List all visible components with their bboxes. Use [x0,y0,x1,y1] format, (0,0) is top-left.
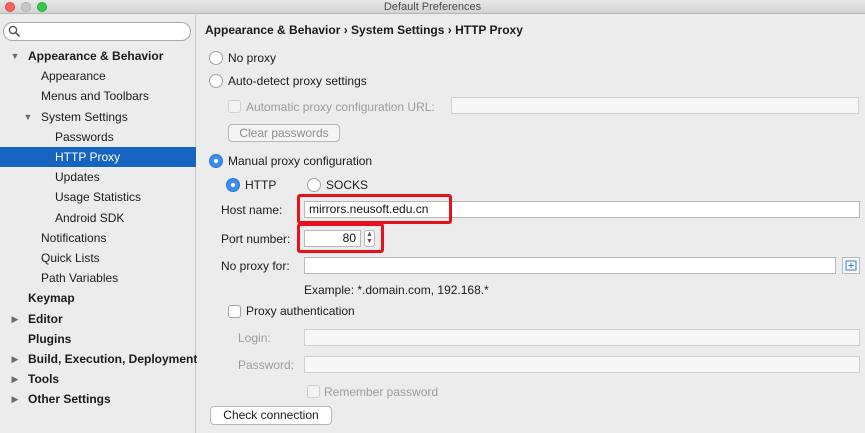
sidebar-item-label: Android SDK [55,210,125,225]
auto-config-url-checkbox[interactable] [228,100,241,113]
manual-proxy-label: Manual proxy configuration [228,154,373,168]
chevron-right-icon[interactable]: ▶ [10,309,20,329]
proxy-auth-checkbox[interactable] [228,305,241,318]
sidebar-item[interactable]: ▼ Appearance & Behavior [0,46,196,66]
sidebar-item-label: Menus and Toolbars [41,89,149,104]
sidebar-item-label: Notifications [41,230,107,245]
sidebar-item[interactable]: Quick Lists [0,248,196,268]
sidebar-item-label: Appearance [41,69,106,84]
manual-proxy-radio[interactable] [209,154,223,168]
sidebar-item[interactable]: Keymap [0,288,196,308]
title-bar: Default Preferences [0,0,865,14]
no-proxy-label: No proxy [228,51,277,65]
search-input[interactable] [3,22,191,41]
remember-password-label: Remember password [324,385,439,399]
password-label: Password: [238,358,295,372]
http-label: HTTP [245,178,277,192]
sidebar-item[interactable]: ▶ Build, Execution, Deployment [0,349,198,369]
chevron-right-icon[interactable]: ▶ [10,349,20,369]
sidebar-item-label: HTTP Proxy [55,150,121,164]
sidebar-item-label: Plugins [28,331,72,346]
host-name-label: Host name: [221,203,283,217]
port-number-label: Port number: [221,232,291,246]
chevron-down-icon[interactable]: ▼ [23,107,33,127]
auto-config-url-field[interactable] [451,97,859,114]
sidebar-item-label: Usage Statistics [55,190,142,205]
sidebar-item[interactable]: ▼ System Settings [0,107,196,127]
proxy-auth-label: Proxy authentication [246,304,355,318]
login-label: Login: [238,331,271,345]
http-proxy-panel: Appearance & Behavior › System Settings … [197,15,865,433]
search-icon [8,25,21,38]
breadcrumb: Appearance & Behavior › System Settings … [205,23,523,37]
remember-password-checkbox[interactable] [307,385,320,398]
sidebar-item[interactable]: ▶ Other Settings [0,389,196,409]
sidebar-item-label: Build, Execution, Deployment [28,352,198,366]
host-name-highlight [297,194,452,224]
login-field[interactable] [304,329,860,346]
no-proxy-for-label: No proxy for: [221,259,290,273]
auto-detect-radio[interactable] [209,74,223,88]
expand-field-icon[interactable] [842,257,860,274]
sidebar-item[interactable]: Plugins [0,329,196,349]
auto-detect-label: Auto-detect proxy settings [228,74,367,88]
port-number-highlight [297,223,384,253]
sidebar-item[interactable]: Appearance [0,66,196,86]
no-proxy-for-field[interactable] [304,257,836,274]
sidebar-item[interactable]: ▶ Tools [0,369,196,389]
window-title: Default Preferences [383,1,482,13]
chevron-right-icon[interactable]: ▶ [10,389,20,409]
sidebar-item[interactable]: Path Variables [0,268,196,288]
sidebar-item-label: Quick Lists [41,251,100,265]
auto-config-url-label: Automatic proxy configuration URL: [246,100,435,114]
chevron-down-icon[interactable]: ▼ [10,46,20,66]
socks-label: SOCKS [326,178,369,192]
password-field[interactable] [304,356,860,373]
sidebar-item-label: Appearance & Behavior [28,49,164,63]
sidebar-item-label: Editor [28,311,63,326]
sidebar-item-label: Passwords [55,129,114,144]
http-radio[interactable] [226,178,240,192]
sidebar-item-label: Other Settings [28,392,111,407]
settings-sidebar: ▼ Appearance & Behavior Appearance Menus an… [0,15,198,433]
sidebar-item-label: Path Variables [41,271,119,286]
socks-radio[interactable] [307,178,321,192]
sidebar-item[interactable]: ▶ Editor [0,309,196,329]
sidebar-item-label: Updates [55,170,100,185]
sidebar-item[interactable]: Notifications [0,228,196,248]
sidebar-item-label: Keymap [28,291,75,306]
chevron-right-icon[interactable]: ▶ [10,369,20,389]
sidebar-item-label: System Settings [41,109,128,124]
no-proxy-radio[interactable] [209,51,223,65]
example-hint: Example: *.domain.com, 192.168.* [304,283,489,297]
sidebar-item[interactable]: Menus and Toolbars [0,86,196,106]
sidebar-item[interactable]: Updates [0,167,196,187]
sidebar-item[interactable]: Passwords [0,127,196,147]
sidebar-item-label: Tools [28,372,60,387]
sidebar-item[interactable]: Usage Statistics [0,187,196,207]
sidebar-item[interactable]: Android SDK [0,208,196,228]
check-connection-button[interactable]: Check connection [210,406,332,425]
sidebar-item[interactable]: HTTP Proxy [0,147,196,167]
clear-passwords-button[interactable]: Clear passwords [228,124,340,142]
